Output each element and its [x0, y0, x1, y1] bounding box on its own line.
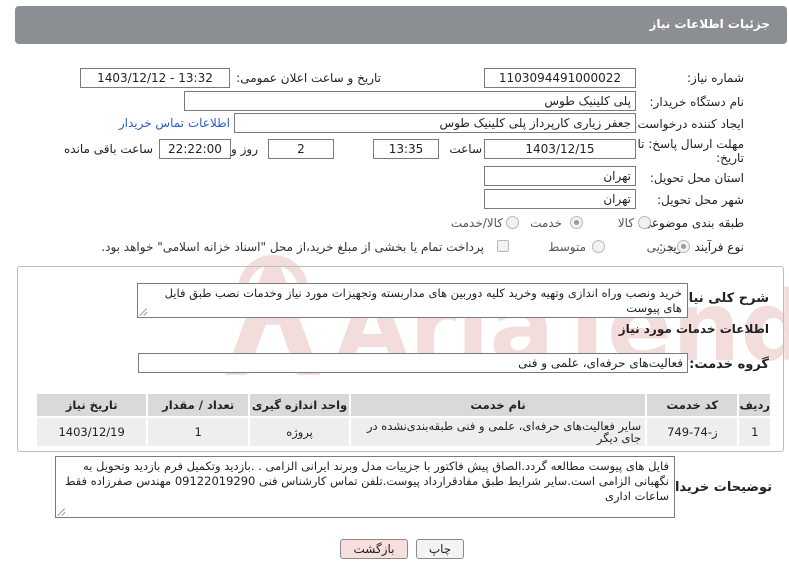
- cell-service-name: سایر فعالیت‌های حرفه‌ای، علمی و فنی طبقه…: [348, 416, 648, 448]
- remaining-time-field: 22:22:00: [159, 139, 231, 159]
- buyer-org-field: پلی کلینیک طوس: [184, 91, 636, 111]
- page-header: جزئیات اطلاعات نیاز: [15, 6, 787, 44]
- summary-text: خرید ونصب وراه اندازی وتهیه وخرید کلیه د…: [164, 286, 682, 315]
- cell-quantity: 1: [146, 416, 251, 448]
- back-button[interactable]: بازگشت: [340, 539, 408, 559]
- process-option-minor-radio[interactable]: [677, 240, 690, 253]
- process-option-medium-radio[interactable]: [592, 240, 605, 253]
- page-title: جزئیات اطلاعات نیاز: [649, 17, 770, 31]
- treasury-payment-checkbox[interactable]: [497, 240, 509, 252]
- days-field: 2: [268, 139, 334, 159]
- col-header-need-date: تاریخ نیاز: [34, 392, 149, 418]
- col-header-service-name: نام خدمت: [348, 392, 648, 418]
- deadline-time-field: 13:35: [373, 139, 439, 159]
- deadline-date-field: 1403/12/15: [484, 139, 636, 159]
- days-label: روز و: [231, 142, 258, 156]
- announce-datetime-field: 1403/12/12 - 13:32: [80, 68, 230, 88]
- services-section-title: اطلاعات خدمات مورد نیاز: [618, 322, 769, 336]
- deadline-label-line2: تاریخ:: [716, 151, 744, 165]
- service-group-label: گروه خدمت:: [689, 357, 769, 372]
- category-option-both-label: کالا/خدمت: [450, 216, 503, 230]
- table-header-row: ردیف کد خدمت نام خدمت واحد اندازه گیری ت…: [34, 392, 772, 418]
- buyer-notes-textarea[interactable]: فایل های پیوست مطالعه گردد.الصاق پیش فاک…: [55, 456, 675, 518]
- treasury-payment-note: پرداخت تمام یا بخشی از مبلغ خرید،از محل …: [101, 240, 484, 254]
- resize-grip-icon[interactable]: [58, 508, 66, 516]
- category-label: طبقه بندی موضوعی:: [637, 216, 744, 230]
- remaining-time-label: ساعت باقی مانده: [63, 142, 153, 156]
- need-number-field: 1103094491000022: [484, 68, 636, 88]
- category-option-service-radio[interactable]: [570, 216, 583, 229]
- summary-label: شرح کلی نیاز:: [675, 291, 769, 306]
- city-field: تهران: [484, 189, 636, 209]
- resize-grip-icon[interactable]: [140, 308, 148, 316]
- process-option-minor-label: جزیی: [646, 240, 674, 254]
- services-table: ردیف کد خدمت نام خدمت واحد اندازه گیری ت…: [34, 392, 772, 448]
- category-option-service-label: خدمت: [530, 216, 562, 230]
- buyer-notes-text: فایل های پیوست مطالعه گردد.الصاق پیش فاک…: [64, 459, 669, 503]
- cell-need-date: 1403/12/19: [34, 416, 149, 448]
- requester-field: جعفر زیاری کارپرداز پلی کلینیک طوس: [234, 113, 636, 133]
- cell-row-number: 1: [737, 416, 772, 448]
- deadline-label-line1: مهلت ارسال پاسخ: تا: [637, 137, 744, 151]
- col-header-unit: واحد اندازه گیری: [248, 392, 351, 418]
- print-button[interactable]: چاپ: [416, 539, 464, 559]
- city-label: شهر محل تحویل:: [657, 193, 744, 207]
- col-header-service-code: کد خدمت: [645, 392, 740, 418]
- process-option-medium-label: متوسط: [548, 240, 586, 254]
- cell-unit: پروژه: [248, 416, 351, 448]
- category-option-both-radio[interactable]: [506, 216, 519, 229]
- buyer-org-label: نام دستگاه خریدار:: [649, 95, 745, 109]
- announce-datetime-label: تاریخ و ساعت اعلان عمومی:: [236, 71, 381, 85]
- cell-service-code: ز-74-749: [645, 416, 740, 448]
- table-row: 1 ز-74-749 سایر فعالیت‌های حرفه‌ای، علمی…: [34, 416, 772, 448]
- col-header-quantity: تعداد / مقدار: [146, 392, 251, 418]
- service-group-field: فعالیت‌های حرفه‌ای، علمی و فنی: [138, 353, 688, 373]
- col-header-row-number: ردیف: [737, 392, 772, 418]
- category-option-goods-radio[interactable]: [638, 216, 651, 229]
- buyer-notes-label: توضیحات خریدار:: [662, 480, 772, 495]
- summary-textarea[interactable]: خرید ونصب وراه اندازی وتهیه وخرید کلیه د…: [137, 283, 688, 318]
- need-number-label: شماره نیاز:: [687, 71, 744, 85]
- buyer-contact-link[interactable]: اطلاعات تماس خریدار: [119, 116, 230, 130]
- province-label: استان محل تحویل:: [649, 171, 744, 185]
- requester-label: ایجاد کننده درخواست:: [633, 117, 744, 131]
- deadline-time-label: ساعت: [449, 142, 482, 156]
- province-field: تهران: [484, 166, 636, 186]
- category-option-goods-label: کالا: [617, 216, 634, 230]
